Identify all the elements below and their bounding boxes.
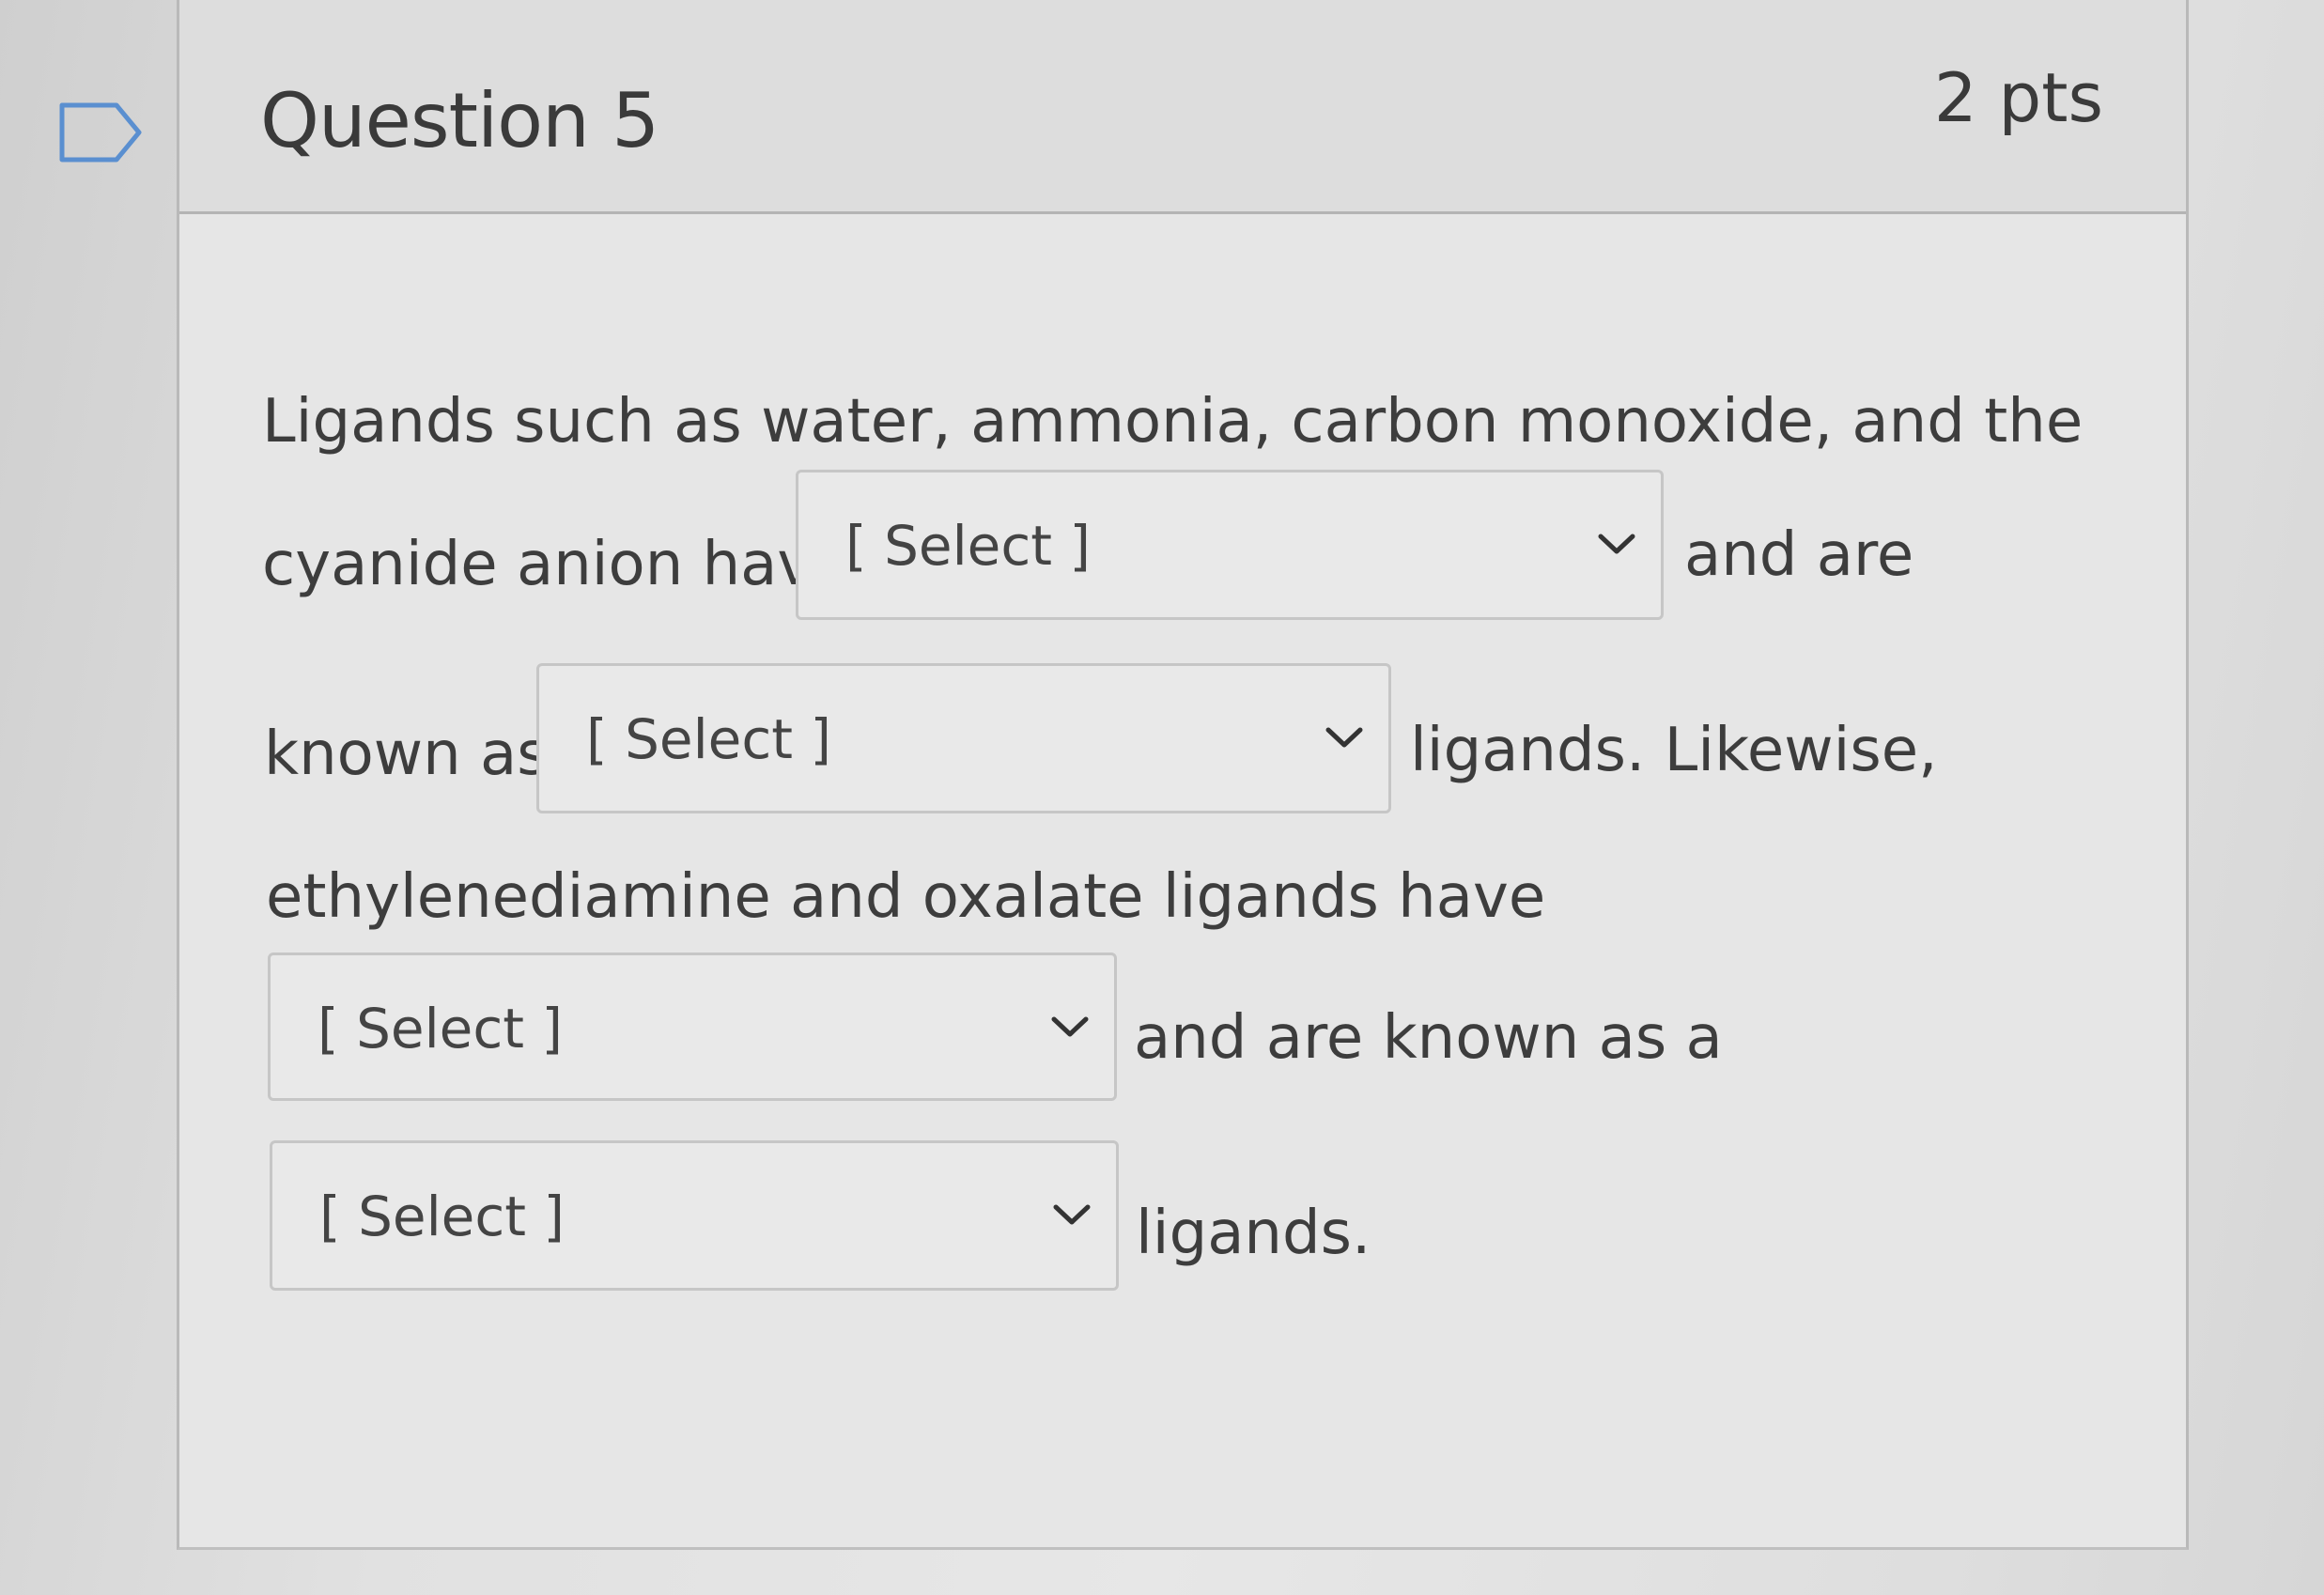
question-text-line-3: known as bbox=[264, 720, 549, 789]
answer-select-3[interactable]: [ Select ] bbox=[268, 952, 1117, 1101]
question-text-line-5-after: and are known as a bbox=[1134, 1003, 1723, 1073]
question-text-line-2-after: and are bbox=[1684, 520, 1914, 590]
select-value: [ Select ] bbox=[845, 514, 1092, 578]
chevron-down-icon bbox=[1325, 727, 1363, 748]
question-text-line-6-after: ligands. bbox=[1136, 1199, 1371, 1268]
quiz-page: Question 5 2 pts Ligands such as water, … bbox=[0, 0, 2324, 1595]
question-text-line-4: ethylenediamine and oxalate ligands have bbox=[266, 862, 1546, 932]
question-text-line-3-after: ligands. Likewise, bbox=[1410, 716, 1938, 785]
question-header: Question 5 2 pts bbox=[179, 0, 2186, 214]
question-text-line-2: cyanide anion have bbox=[262, 530, 850, 599]
answer-select-1[interactable]: [ Select ] bbox=[796, 470, 1664, 620]
chevron-down-icon bbox=[1051, 1016, 1089, 1037]
flag-outline-icon[interactable] bbox=[58, 101, 143, 163]
select-value: [ Select ] bbox=[318, 997, 564, 1061]
chevron-down-icon bbox=[1053, 1204, 1091, 1225]
answer-select-2[interactable]: [ Select ] bbox=[536, 663, 1391, 813]
select-value: [ Select ] bbox=[586, 707, 832, 771]
question-card: Question 5 2 pts Ligands such as water, … bbox=[177, 0, 2189, 1550]
question-text-line-1: Ligands such as water, ammonia, carbon m… bbox=[262, 387, 2084, 457]
select-value: [ Select ] bbox=[319, 1185, 566, 1248]
answer-select-4[interactable]: [ Select ] bbox=[270, 1140, 1119, 1291]
question-points: 2 pts bbox=[1933, 58, 2103, 137]
question-title: Question 5 bbox=[260, 77, 659, 164]
chevron-down-icon bbox=[1598, 534, 1635, 554]
